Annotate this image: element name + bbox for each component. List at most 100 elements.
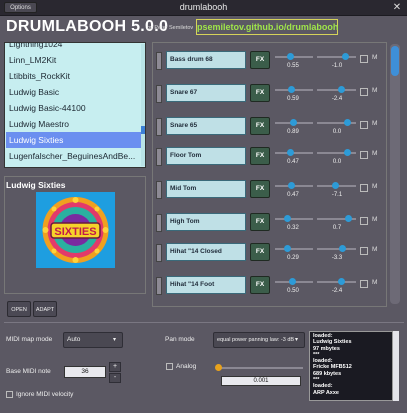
kit-list-scrollbar[interactable]: [141, 44, 145, 166]
close-icon[interactable]: ✕: [391, 2, 403, 13]
fx-button[interactable]: FX: [250, 180, 270, 198]
ignore-velocity-label: Ignore MIDI velocity: [16, 391, 74, 398]
mute-checkbox[interactable]: [360, 217, 368, 225]
instrument-row: Snare 65 FX 0.89 0.0 M: [154, 116, 385, 138]
gain-value: 0.29: [287, 255, 299, 261]
instruments-scrollbar[interactable]: [390, 44, 400, 304]
instrument-row: Snare 67 FX 0.59 -2.4 M: [154, 83, 385, 105]
drag-handle[interactable]: [156, 148, 162, 166]
gain-value: 0.32: [287, 225, 299, 231]
fx-button[interactable]: FX: [250, 51, 270, 69]
gain-slider-knob[interactable]: [284, 245, 291, 252]
log-scrollbar[interactable]: [393, 331, 399, 401]
mute-checkbox[interactable]: [360, 247, 368, 255]
fx-button[interactable]: FX: [250, 243, 270, 261]
mute-label: M: [372, 54, 378, 61]
open-button[interactable]: OPEN: [7, 301, 31, 317]
drag-handle[interactable]: [156, 244, 162, 262]
pan-value: -1.0: [331, 63, 343, 69]
pan-slider-track[interactable]: [317, 248, 356, 250]
instrument-row: Mid Tom FX 0.47 -7.1 M: [154, 179, 385, 201]
kit-list-item[interactable]: Ludwig Maestro: [6, 116, 142, 132]
fx-button[interactable]: FX: [250, 84, 270, 102]
kit-list-item[interactable]: Ludwig Basic-44100: [6, 100, 142, 116]
base-note-label: Base MIDI note: [6, 368, 51, 375]
drag-handle[interactable]: [156, 214, 162, 232]
app-title: DRUMLABOOH 5.0.0: [6, 18, 169, 35]
fx-button[interactable]: FX: [250, 276, 270, 294]
gain-slider-knob[interactable]: [287, 149, 294, 156]
mute-checkbox[interactable]: [360, 121, 368, 129]
pan-value: 0.0: [332, 129, 342, 135]
mute-checkbox[interactable]: [360, 280, 368, 288]
drag-handle[interactable]: [156, 181, 162, 199]
kit-list-item[interactable]: Linn_LM2Kit: [6, 52, 142, 68]
gain-slider-knob[interactable]: [288, 86, 295, 93]
mute-checkbox[interactable]: [360, 151, 368, 159]
analog-checkbox[interactable]: [166, 363, 173, 370]
fx-button[interactable]: FX: [250, 213, 270, 231]
analog-value-field[interactable]: 0.001: [221, 376, 301, 386]
pan-slider-knob[interactable]: [344, 119, 351, 126]
drag-handle[interactable]: [156, 52, 162, 70]
fx-button[interactable]: FX: [250, 117, 270, 135]
divider: [4, 322, 404, 323]
kit-list[interactable]: Lightning1024 Linn_LM2Kit Ltibbits_RockK…: [4, 42, 146, 168]
gain-slider-knob[interactable]: [289, 278, 296, 285]
log-output: loaded: Ludwig Sixties 97 mbytes *** loa…: [309, 331, 393, 401]
instrument-name: Mid Tom: [166, 180, 246, 198]
mute-label: M: [372, 87, 378, 94]
increment-button[interactable]: +: [109, 362, 121, 372]
adapt-button[interactable]: ADAPT: [33, 301, 57, 317]
midi-map-label: MIDI map mode: [6, 336, 53, 343]
pan-slider-knob[interactable]: [338, 278, 345, 285]
drag-handle[interactable]: [156, 118, 162, 136]
window-title: drumlabooh: [179, 2, 228, 12]
pan-slider-knob[interactable]: [332, 182, 339, 189]
gain-slider-track[interactable]: [275, 56, 313, 58]
pan-slider-knob[interactable]: [344, 149, 351, 156]
gain-slider-track[interactable]: [275, 152, 313, 154]
pan-slider-knob[interactable]: [345, 215, 352, 222]
mute-label: M: [372, 150, 378, 157]
pan-mode-select[interactable]: equal power panning law: -3 dB: [213, 332, 305, 348]
gain-slider-knob[interactable]: [287, 53, 294, 60]
kit-list-item[interactable]: Lightning1024: [6, 43, 142, 52]
gain-slider-knob[interactable]: [290, 119, 297, 126]
analog-slider-knob[interactable]: [215, 364, 222, 371]
kit-logo: SIXTIES: [36, 192, 115, 268]
pan-slider-knob[interactable]: [342, 53, 349, 60]
ignore-velocity-checkbox[interactable]: [6, 391, 13, 398]
decrement-button[interactable]: -: [109, 373, 121, 383]
gain-slider-knob[interactable]: [284, 215, 291, 222]
kit-list-item[interactable]: Ltibbits_RockKit: [6, 68, 142, 84]
instruments-scroll-thumb[interactable]: [391, 46, 399, 76]
kit-list-item-selected[interactable]: Ludwig Sixties: [6, 132, 142, 148]
pan-slider-track[interactable]: [317, 281, 356, 283]
fx-button[interactable]: FX: [250, 147, 270, 165]
mute-checkbox[interactable]: [360, 55, 368, 63]
base-note-field[interactable]: 36: [64, 366, 106, 378]
instrument-name: Hihat "14 Foot: [166, 276, 246, 294]
instrument-name: Bass drum 68: [166, 51, 246, 69]
gain-slider-track[interactable]: [275, 218, 313, 220]
instrument-name: Snare 65: [166, 117, 246, 135]
gain-value: 0.47: [287, 159, 299, 165]
pan-slider-knob[interactable]: [339, 245, 346, 252]
kit-list-item[interactable]: Lugenfalscher_BeguinesAndBe...: [6, 148, 142, 164]
pan-slider-track[interactable]: [317, 89, 356, 91]
analog-slider-track[interactable]: [219, 367, 303, 369]
homepage-link[interactable]: psemiletov.github.io/drumlabooh: [196, 19, 338, 35]
kit-list-scroll-thumb[interactable]: [141, 126, 145, 134]
mute-checkbox[interactable]: [360, 88, 368, 96]
kit-list-item[interactable]: Ludwig Basic: [6, 84, 142, 100]
gain-value: 0.89: [287, 129, 299, 135]
pan-slider-track[interactable]: [317, 56, 356, 58]
gain-slider-knob[interactable]: [288, 182, 295, 189]
pan-slider-knob[interactable]: [338, 86, 345, 93]
drag-handle[interactable]: [156, 85, 162, 103]
mute-checkbox[interactable]: [360, 184, 368, 192]
instrument-row: High Tom FX 0.32 0.7 M: [154, 212, 385, 234]
gain-slider-track[interactable]: [275, 248, 313, 250]
drag-handle[interactable]: [156, 277, 162, 295]
